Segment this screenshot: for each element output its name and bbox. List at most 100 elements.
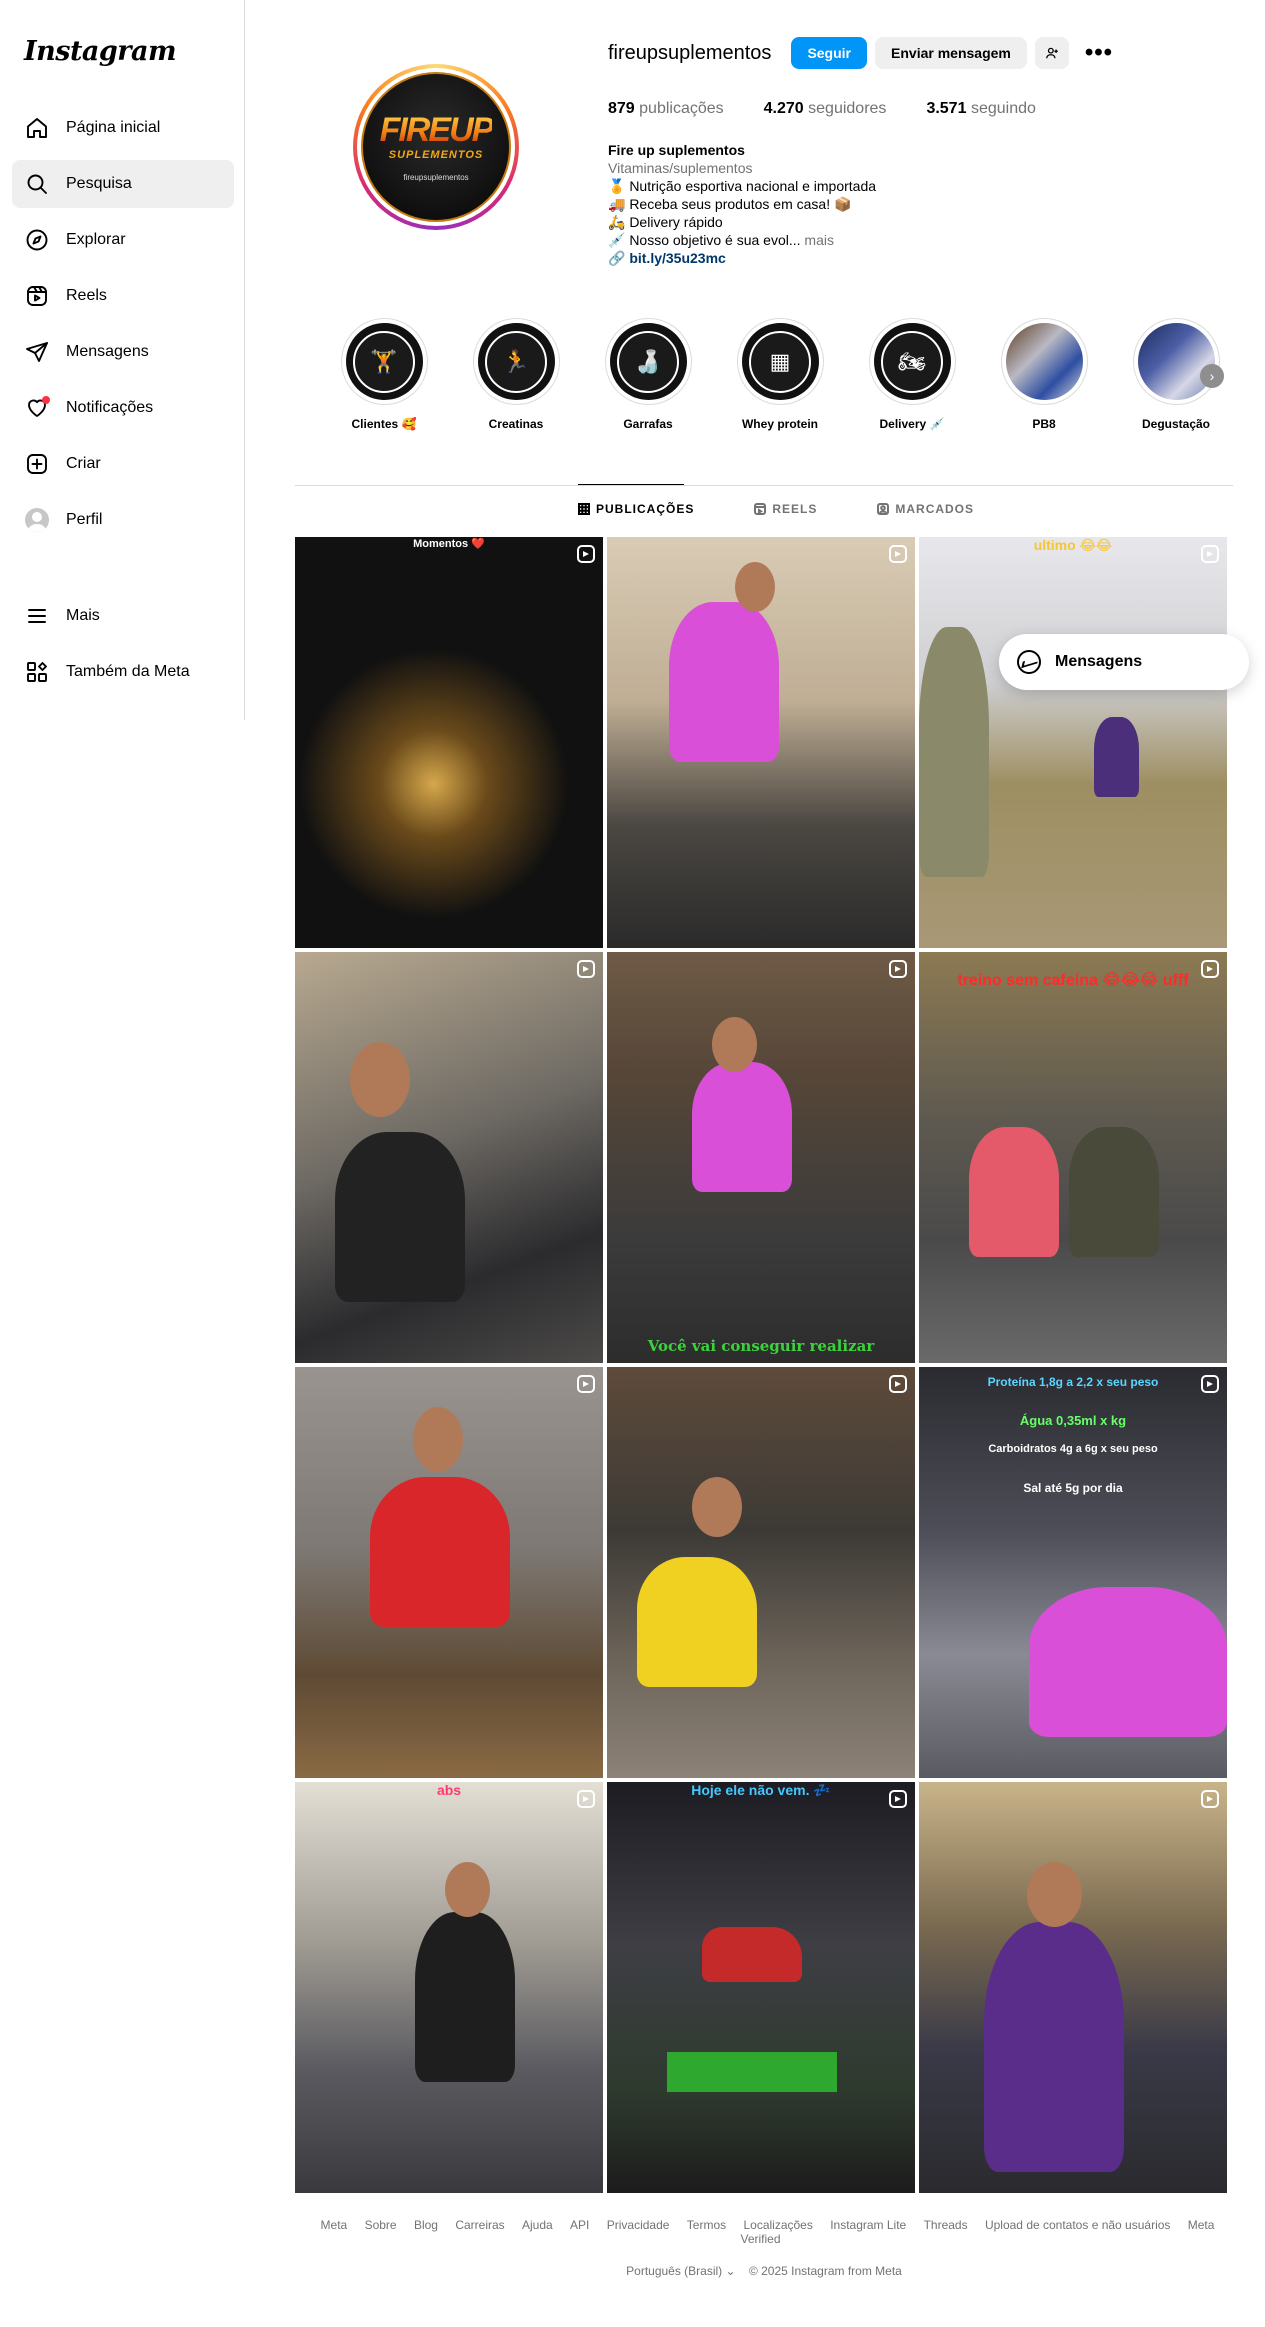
post-caption-overlay: Você vai conseguir realizar xyxy=(647,1337,875,1355)
bio-link[interactable]: 🔗 bit.ly/35u23mc xyxy=(608,249,876,267)
sidebar-item-explore[interactable]: Explorar xyxy=(12,216,234,264)
tab-reels[interactable]: REELS xyxy=(754,502,817,516)
post-thumbnail[interactable]: abs xyxy=(295,1782,603,2193)
post-figure xyxy=(969,1127,1059,1257)
bio-line: 🚚 Receba seus produtos em casa! 📦 xyxy=(608,196,852,212)
sidebar-item-search[interactable]: Pesquisa xyxy=(12,160,234,208)
post-thumbnail[interactable]: Proteína 1,8g a 2,2 x seu peso Água 0,35… xyxy=(919,1367,1227,1778)
post-thumbnail[interactable]: treino sem cafeína 😂😂😂 ufff xyxy=(919,952,1227,1363)
highlight-label: Whey protein xyxy=(741,417,818,431)
language-selector[interactable]: Português (Brasil) ⌄ xyxy=(626,2264,735,2278)
post-thumbnail[interactable] xyxy=(607,537,915,948)
tab-posts[interactable]: PUBLICAÇÕES xyxy=(578,502,694,516)
reel-icon xyxy=(577,1790,595,1808)
footer-link[interactable]: Localizações xyxy=(743,2218,812,2232)
reels-icon xyxy=(754,503,767,515)
post-thumbnail[interactable]: Você vai conseguir realizar xyxy=(607,952,915,1363)
tab-tagged[interactable]: MARCADOS xyxy=(877,502,974,516)
followers-count[interactable]: 4.270 seguidores xyxy=(764,100,887,118)
copyright: © 2025 Instagram from Meta xyxy=(748,2264,902,2278)
footer-link[interactable]: Sobre xyxy=(365,2218,397,2232)
highlight-item[interactable]: 🍶 Garrafas xyxy=(604,318,692,431)
sidebar-item-notifications[interactable]: Notificações xyxy=(12,384,234,432)
highlight-icon: 🏃 xyxy=(485,330,547,393)
footer-link[interactable]: Threads xyxy=(924,2218,968,2232)
sidebar-item-label: Também da Meta xyxy=(66,663,190,680)
footer-link[interactable]: Privacidade xyxy=(607,2218,670,2232)
sidebar: Instagram Página inicial Pesquisa Explor… xyxy=(0,0,245,720)
highlight-label: Garrafas xyxy=(623,417,673,431)
bio-line: 🏅 Nutrição esportiva nacional e importad… xyxy=(608,178,877,194)
highlight-item[interactable]: PB8 xyxy=(1000,318,1088,431)
post-thumbnail[interactable]: Hoje ele não vem. 💤 xyxy=(607,1782,915,2193)
more-options-icon[interactable]: ••• xyxy=(1085,41,1113,65)
reel-icon xyxy=(889,1375,907,1393)
following-count[interactable]: 3.571 seguindo xyxy=(926,100,1035,118)
messages-popup-button[interactable]: Mensagens xyxy=(999,634,1249,690)
brand-logo: FIREUP SUPLEMENTOS fireupsuplementos xyxy=(361,72,511,222)
bio-more-link[interactable]: mais xyxy=(804,232,834,248)
post-caption-overlay: Sal até 5g por dia xyxy=(1023,1481,1123,1495)
footer-link[interactable]: Carreiras xyxy=(455,2218,504,2232)
post-thumbnail[interactable]: Momentos ❤️ xyxy=(295,537,603,948)
sidebar-item-create[interactable]: Criar xyxy=(12,440,234,488)
search-icon xyxy=(24,171,50,197)
reel-icon xyxy=(577,1375,595,1393)
highlight-item[interactable]: 🏍 Delivery 💉 xyxy=(868,318,956,431)
messages-popup-label: Mensagens xyxy=(1055,653,1143,670)
post-figure xyxy=(1094,717,1139,797)
chevron-right-icon[interactable]: › xyxy=(1200,364,1224,388)
highlight-item[interactable]: 🏃 Creatinas xyxy=(472,318,560,431)
avatar-icon xyxy=(24,507,50,533)
reel-icon xyxy=(1201,960,1219,978)
posts-count[interactable]: 879 publicações xyxy=(608,100,724,118)
sidebar-item-more[interactable]: Mais xyxy=(12,592,234,640)
instagram-logo[interactable]: Instagram xyxy=(24,36,177,67)
post-figure-head xyxy=(692,1477,742,1537)
post-thumbnail[interactable] xyxy=(295,1367,603,1778)
logo-text: FIREUP xyxy=(379,110,495,149)
footer-link[interactable]: Blog xyxy=(414,2218,438,2232)
sidebar-item-label: Explorar xyxy=(66,231,126,248)
profile-avatar[interactable]: FIREUP SUPLEMENTOS fireupsuplementos xyxy=(353,64,519,230)
sidebar-item-reels[interactable]: Reels xyxy=(12,272,234,320)
post-thumbnail[interactable]: ultimo 😂😂 xyxy=(919,537,1227,948)
footer-link[interactable]: Termos xyxy=(687,2218,726,2232)
post-figure-head xyxy=(445,1862,490,1917)
footer-link[interactable]: Meta xyxy=(321,2218,348,2232)
footer-link[interactable]: Upload de contatos e não usuários xyxy=(985,2218,1170,2232)
footer: Meta Sobre Blog Carreiras Ajuda API Priv… xyxy=(295,2218,1233,2278)
reel-icon xyxy=(1201,1790,1219,1808)
post-thumbnail[interactable] xyxy=(919,1782,1227,2193)
post-figure xyxy=(370,1477,510,1627)
post-figure-head xyxy=(712,1017,757,1072)
profile-stats: 879 publicações 4.270 seguidores 3.571 s… xyxy=(608,100,1076,118)
highlight-item[interactable]: ▦ Whey protein xyxy=(736,318,824,431)
footer-link[interactable]: Instagram Lite xyxy=(830,2218,906,2232)
sidebar-item-profile[interactable]: Perfil xyxy=(12,496,234,544)
post-figure-head xyxy=(735,562,775,612)
profile-header: fireupsuplementos Seguir Enviar mensagem… xyxy=(608,37,1113,69)
post-caption-overlay: treino sem cafeína 😂😂😂 ufff xyxy=(957,972,1189,989)
follow-button[interactable]: Seguir xyxy=(791,37,868,69)
highlight-photo xyxy=(1005,323,1083,400)
highlight-label: Clientes 🥰 xyxy=(351,417,417,431)
sidebar-item-messages[interactable]: Mensagens xyxy=(12,328,234,376)
post-thumbnail[interactable] xyxy=(607,1367,915,1778)
post-thumbnail[interactable] xyxy=(295,952,603,1363)
suggested-accounts-button[interactable] xyxy=(1034,37,1069,69)
post-figure xyxy=(692,1062,792,1192)
send-message-button[interactable]: Enviar mensagem xyxy=(875,37,1027,69)
footer-link[interactable]: API xyxy=(570,2218,589,2232)
home-icon xyxy=(24,115,50,141)
reel-icon xyxy=(889,960,907,978)
footer-link[interactable]: Ajuda xyxy=(522,2218,553,2232)
plus-icon xyxy=(24,451,50,477)
reel-icon xyxy=(577,545,595,563)
sidebar-item-home[interactable]: Página inicial xyxy=(12,104,234,152)
sidebar-item-also-from-meta[interactable]: Também da Meta xyxy=(12,648,234,696)
sidebar-item-label: Reels xyxy=(66,287,107,304)
highlight-icon: 🍶 xyxy=(617,330,679,393)
highlight-label: PB8 xyxy=(1032,417,1056,431)
highlight-item[interactable]: 🏋 Clientes 🥰 xyxy=(340,318,428,431)
